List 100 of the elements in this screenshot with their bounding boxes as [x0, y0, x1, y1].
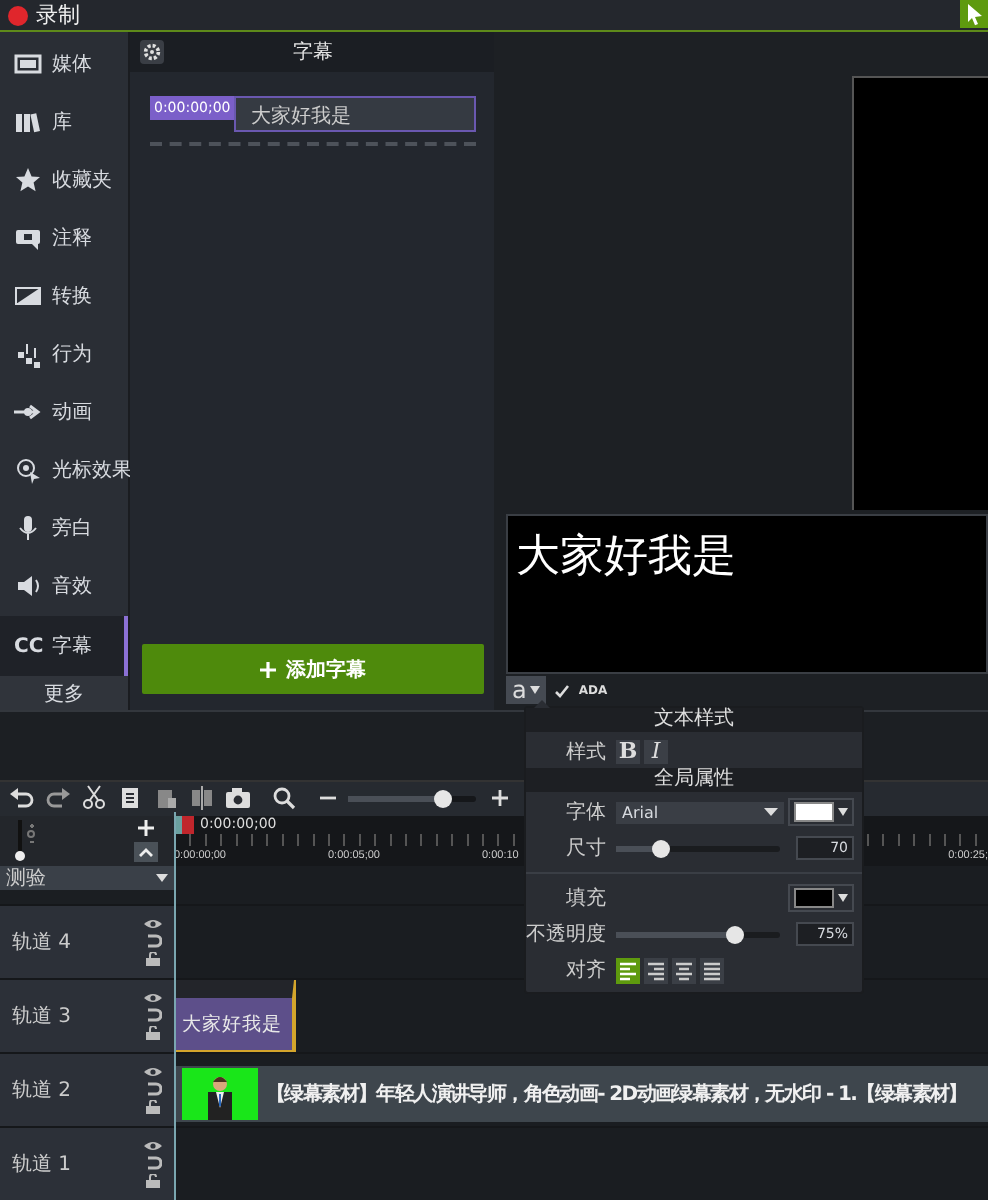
section-header: 全局属性	[526, 768, 862, 792]
align-justify-button[interactable]	[700, 957, 724, 983]
sidebar-item[interactable]: 库	[0, 92, 128, 151]
sidebar-item[interactable]: CC 字幕	[0, 616, 128, 677]
cc-label: CC	[14, 635, 42, 658]
align-left-icon	[616, 957, 640, 983]
sidebar-label: 光标效果	[52, 457, 132, 484]
section-header: 文本样式	[526, 708, 862, 732]
field-label: 尺寸	[564, 835, 608, 862]
magnet-icon[interactable]	[145, 934, 161, 948]
eye-icon[interactable]	[144, 918, 162, 930]
caret-icon	[530, 686, 541, 695]
sidebar-label: 音效	[52, 573, 92, 600]
cut-icon[interactable]	[80, 784, 108, 813]
pointer-tool-icon[interactable]	[960, 0, 988, 28]
sidebar-label: 收藏夹	[52, 167, 112, 194]
clip-label: 大家好我是	[182, 1011, 282, 1037]
track-name: 轨道 1	[12, 1151, 72, 1178]
gradient-square-icon	[14, 281, 42, 310]
dropdown-icon	[156, 873, 168, 882]
align-left-button[interactable]	[616, 957, 640, 983]
group-name: 测验	[6, 865, 46, 892]
sidebar-label: 行为	[52, 341, 92, 368]
eye-icon[interactable]	[144, 1140, 162, 1152]
add-track-icon[interactable]	[134, 818, 158, 839]
paste-icon[interactable]	[152, 784, 180, 813]
sidebar-item[interactable]: 媒体	[0, 34, 128, 93]
cursor-icon	[14, 455, 42, 484]
dots-icon	[14, 339, 42, 368]
track-header[interactable]: 轨道 1	[0, 1128, 174, 1200]
size-slider[interactable]	[616, 845, 781, 851]
sidebar-item[interactable]: 行为	[0, 324, 128, 383]
lock-icon[interactable]	[146, 1100, 160, 1114]
media-clip[interactable]: 【绿幕素材】年轻人演讲导师，角色动画- 2D动画绿幕素材，无水印 - 1.【绿幕素材】	[176, 1066, 988, 1122]
magnet-icon[interactable]	[145, 1156, 161, 1170]
camera-icon[interactable]	[224, 784, 252, 813]
clip-label: 【绿幕素材】年轻人演讲导师，角色动画- 2D动画绿幕素材，无水印 - 1.【绿幕素材】	[266, 1081, 967, 1108]
track-group-header[interactable]: 测验	[0, 865, 174, 890]
track-header[interactable]: 轨道 2	[0, 1054, 174, 1126]
zoom-slider[interactable]	[348, 795, 476, 802]
sidebar-label: 注释	[52, 225, 92, 252]
magnet-icon[interactable]	[145, 1008, 161, 1022]
books-icon	[14, 107, 42, 136]
lock-icon[interactable]	[146, 1174, 160, 1188]
collapse-icon[interactable]	[134, 842, 158, 863]
opacity-slider[interactable]	[616, 931, 781, 937]
text-style-button[interactable]: a	[506, 676, 547, 705]
align-justify-icon	[700, 957, 724, 983]
field-label: 不透明度	[526, 921, 608, 948]
font-dropdown[interactable]: Arial	[616, 801, 784, 823]
track-name: 轨道 3	[12, 1003, 72, 1030]
eye-icon[interactable]	[144, 992, 162, 1004]
vertical-slider-icon[interactable]	[12, 818, 36, 863]
undo-icon[interactable]	[8, 784, 36, 813]
sidebar-item[interactable]: 光标效果	[0, 440, 128, 499]
caret-icon	[838, 894, 848, 902]
sidebar-item[interactable]: 转换	[0, 266, 128, 325]
copy-icon[interactable]	[116, 784, 144, 813]
plus-icon	[260, 661, 276, 678]
color-picker[interactable]	[788, 798, 854, 826]
lock-icon[interactable]	[146, 952, 160, 966]
sidebar-label: 库	[52, 109, 72, 136]
search-icon[interactable]	[272, 786, 296, 811]
film-icon	[14, 49, 42, 78]
lock-icon[interactable]	[146, 1026, 160, 1040]
field-label: 对齐	[564, 957, 608, 984]
caption-clip[interactable]: 大家好我是	[174, 980, 294, 1052]
track-name: 轨道 4	[12, 929, 72, 956]
sidebar-item[interactable]: 注释	[0, 208, 128, 267]
color-picker[interactable]	[788, 884, 854, 912]
split-icon[interactable]	[188, 784, 216, 813]
magnet-icon[interactable]	[145, 1082, 161, 1096]
field-label: 样式	[564, 739, 608, 766]
align-center-icon	[672, 957, 696, 983]
more-button[interactable]: 更多	[0, 676, 128, 711]
align-right-button[interactable]	[644, 957, 668, 983]
caption-editor[interactable]: 大家好我是	[506, 514, 988, 675]
align-center-button[interactable]	[672, 957, 696, 983]
microphone-icon	[14, 513, 42, 542]
eye-icon[interactable]	[144, 1066, 162, 1078]
track-header[interactable]: 轨道 3	[0, 980, 174, 1052]
sidebar-label: 转换	[52, 283, 92, 310]
field-label: 字体	[564, 799, 608, 826]
align-right-icon	[644, 957, 668, 983]
caption-text-field[interactable]: 大家好我是	[234, 96, 476, 133]
sidebar-item[interactable]: 旁白	[0, 498, 128, 557]
bold-button[interactable]: B	[616, 740, 640, 764]
star-icon	[14, 165, 42, 194]
italic-button[interactable]: I	[644, 740, 668, 764]
sidebar-label: 媒体	[52, 51, 92, 78]
settings-icon[interactable]	[140, 40, 164, 65]
sidebar-item[interactable]: 动画	[0, 382, 128, 441]
sidebar-item[interactable]: 音效	[0, 556, 128, 615]
record-button[interactable]: 录制	[8, 0, 80, 31]
plus-icon[interactable]	[492, 790, 508, 807]
track-header[interactable]: 轨道 4	[0, 906, 174, 978]
redo-icon[interactable]	[44, 784, 72, 813]
sidebar-item[interactable]: 收藏夹	[0, 150, 128, 209]
field-label: 填充	[564, 885, 608, 912]
add-caption-button[interactable]: 添加字幕	[142, 644, 484, 695]
